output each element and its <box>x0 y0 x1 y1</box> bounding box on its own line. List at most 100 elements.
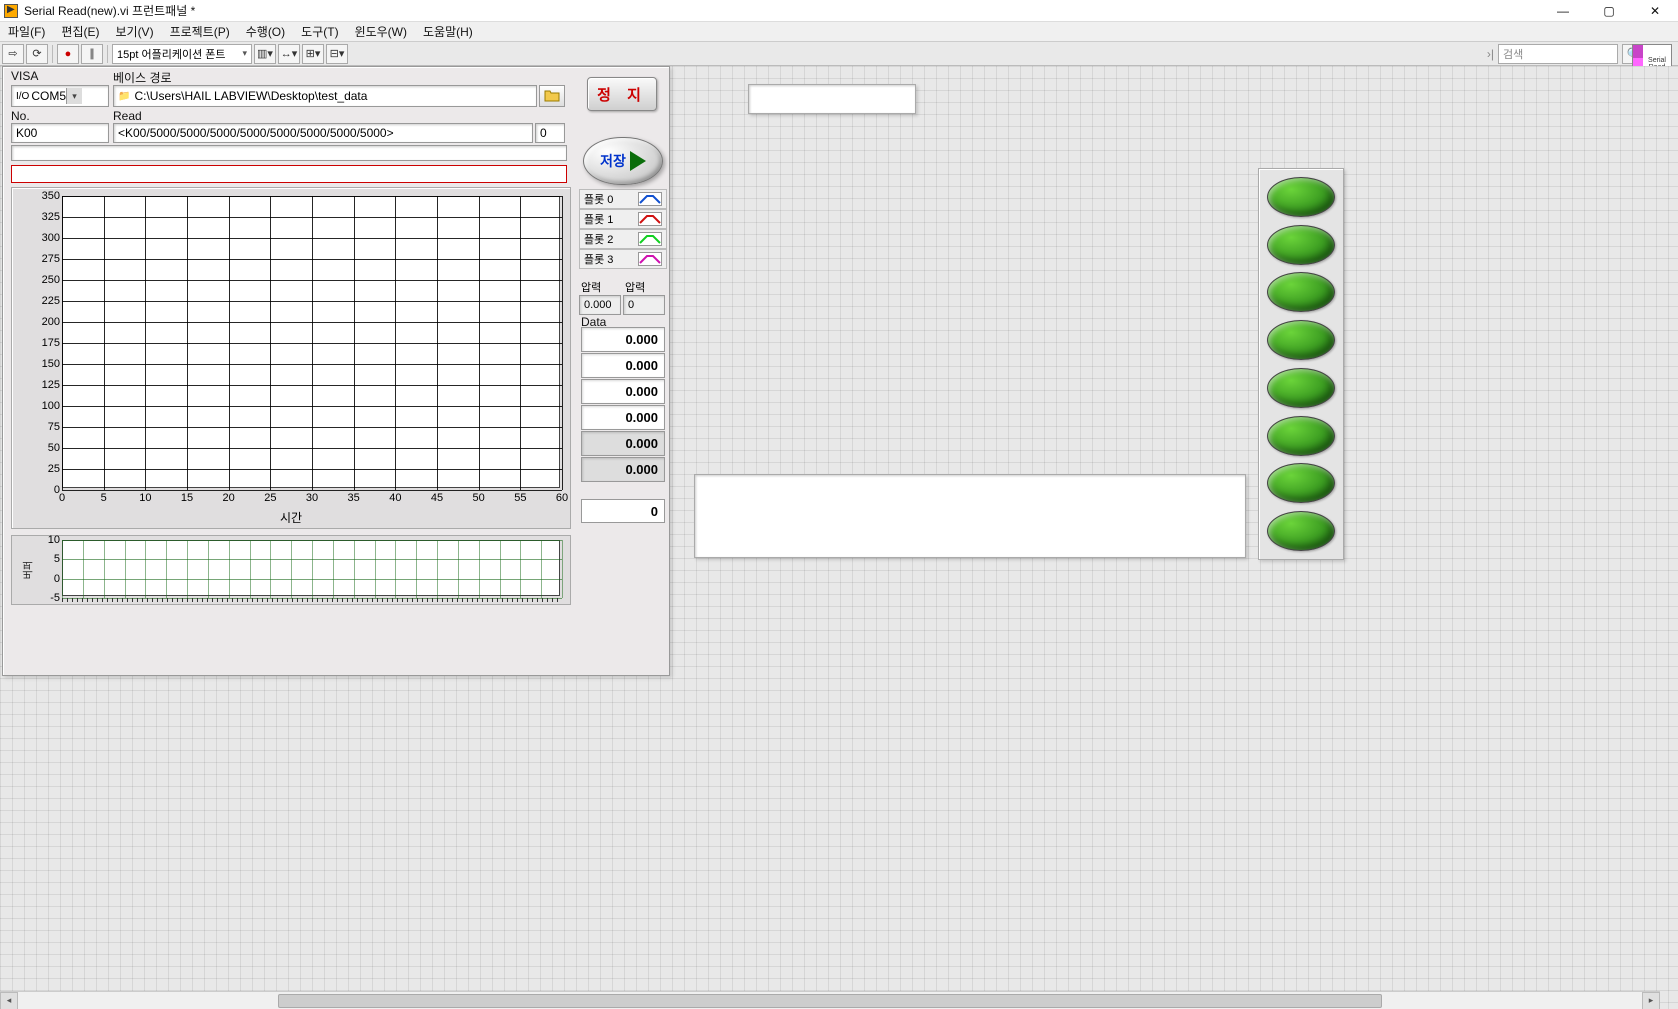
read-display: <K00/5000/5000/5000/5000/5000/5000/5000/… <box>113 123 533 143</box>
stop-label: 정 지 <box>597 84 647 105</box>
h-scrollbar[interactable]: ◂ ▸ <box>0 991 1660 1009</box>
reorder-button[interactable]: ⊟▾ <box>326 44 348 64</box>
pause-button[interactable]: ∥ <box>81 44 103 64</box>
menu-project[interactable]: 프로젝트(P) <box>166 21 234 42</box>
distribute-button[interactable]: ↔▾ <box>278 44 300 64</box>
save-label: 저장 <box>600 151 626 171</box>
led-6[interactable] <box>1267 463 1335 503</box>
y-tick: 50 <box>28 442 60 454</box>
visa-combo[interactable]: I/O COM5 ▾ <box>11 85 109 107</box>
led-5[interactable] <box>1267 416 1335 456</box>
run-button[interactable]: ⇨ <box>2 44 24 64</box>
no-input[interactable]: K00 <box>11 123 109 143</box>
browse-button[interactable] <box>539 85 565 107</box>
chart-xlabel: 시간 <box>280 509 302 526</box>
legend-row-1[interactable]: 플롯 1 <box>579 209 667 229</box>
x-tick: 50 <box>469 492 489 504</box>
menu-run[interactable]: 수행(O) <box>242 21 289 42</box>
buffer-plot-area <box>62 540 560 596</box>
scroll-track[interactable] <box>18 992 1642 1009</box>
toolbar: ⇨ ⟳ ● ∥ 15pt 어플리케이션 폰트 ▥▾ ↔▾ ⊞▾ ⊟▾ ›| 검색… <box>0 42 1678 66</box>
readcount-display: 0 <box>535 123 565 143</box>
y-tick: 100 <box>28 400 60 412</box>
no-value: K00 <box>16 126 37 140</box>
font-combo[interactable]: 15pt 어플리케이션 폰트 <box>112 44 252 64</box>
led-3[interactable] <box>1267 320 1335 360</box>
data-val-5: 0.000 <box>581 457 665 482</box>
float-text-1[interactable] <box>748 84 916 114</box>
plot-legend[interactable]: 플롯 0 플롯 1 플롯 2플롯 3 <box>579 189 667 269</box>
led-2[interactable] <box>1267 272 1335 312</box>
legend-swatch <box>638 252 662 266</box>
titlebar: Serial Read(new).vi 프런트패널 * — ▢ ✕ <box>0 0 1678 22</box>
x-tick: 15 <box>177 492 197 504</box>
maximize-button[interactable]: ▢ <box>1586 0 1632 22</box>
menu-tools[interactable]: 도구(T) <box>297 21 342 42</box>
legend-row-0[interactable]: 플롯 0 <box>579 189 667 209</box>
led-7[interactable] <box>1267 511 1335 551</box>
save-button[interactable]: 저장 <box>583 137 663 185</box>
stop-button[interactable]: 정 지 <box>587 77 657 111</box>
labview-icon <box>4 4 18 18</box>
close-button[interactable]: ✕ <box>1632 0 1678 22</box>
x-tick: 0 <box>52 492 72 504</box>
play-icon <box>630 151 646 171</box>
legend-label: 플롯 1 <box>584 211 634 227</box>
front-panel-canvas[interactable]: VISA 베이스 경로 I/O COM5 ▾ 📁 C:\Users\HAIL L… <box>0 66 1678 1009</box>
y-tick: 350 <box>28 190 60 202</box>
path-input[interactable]: 📁 C:\Users\HAIL LABVIEW\Desktop\test_dat… <box>113 85 537 107</box>
led-array <box>1258 168 1344 560</box>
window-title: Serial Read(new).vi 프런트패널 * <box>24 2 195 19</box>
y-tick: 175 <box>28 337 60 349</box>
led-0[interactable] <box>1267 177 1335 217</box>
data-val-2: 0.000 <box>581 379 665 404</box>
menu-edit[interactable]: 편집(E) <box>57 21 103 42</box>
counter-display: 0 <box>581 499 665 523</box>
led-1[interactable] <box>1267 225 1335 265</box>
small-y-tick: 0 <box>28 573 60 585</box>
scroll-left-button[interactable]: ◂ <box>0 992 18 1009</box>
run-cont-button[interactable]: ⟳ <box>26 44 48 64</box>
pressure-out: 0 <box>623 295 665 315</box>
menu-file[interactable]: 파일(F) <box>4 21 49 42</box>
minimize-button[interactable]: — <box>1540 0 1586 22</box>
legend-swatch <box>638 212 662 226</box>
legend-row-3[interactable]: 플롯 3 <box>579 249 667 269</box>
resize-button[interactable]: ⊞▾ <box>302 44 324 64</box>
small-y-tick: 5 <box>28 553 60 565</box>
chart-plot-area <box>62 196 560 488</box>
x-tick: 45 <box>427 492 447 504</box>
menu-help[interactable]: 도움말(H) <box>419 21 477 42</box>
scroll-thumb[interactable] <box>278 994 1382 1008</box>
path-label: 베이스 경로 <box>113 69 172 86</box>
legend-swatch <box>638 232 662 246</box>
path-value: C:\Users\HAIL LABVIEW\Desktop\test_data <box>134 89 367 103</box>
no-label: No. <box>11 109 30 123</box>
legend-swatch <box>638 192 662 206</box>
menu-window[interactable]: 윈도우(W) <box>351 21 411 42</box>
x-tick: 35 <box>344 492 364 504</box>
red-text-box[interactable] <box>11 165 567 183</box>
align-button[interactable]: ▥▾ <box>254 44 276 64</box>
abort-button[interactable]: ● <box>57 44 79 64</box>
visa-value: COM5 <box>31 89 66 103</box>
led-4[interactable] <box>1267 368 1335 408</box>
visa-label: VISA <box>11 69 38 83</box>
x-tick: 10 <box>135 492 155 504</box>
main-chart[interactable]: 시간 0255075100125150175200225250275300325… <box>11 187 571 529</box>
float-text-2[interactable] <box>694 474 1246 558</box>
y-tick: 125 <box>28 379 60 391</box>
pressure2-label: 압력 <box>625 279 645 295</box>
small-y-tick: -5 <box>28 592 60 604</box>
blank-text-1[interactable] <box>11 145 567 161</box>
y-tick: 300 <box>28 232 60 244</box>
legend-row-2[interactable]: 플롯 2 <box>579 229 667 249</box>
y-tick: 225 <box>28 295 60 307</box>
menu-view[interactable]: 보기(V) <box>111 21 157 42</box>
y-tick: 150 <box>28 358 60 370</box>
scroll-right-button[interactable]: ▸ <box>1642 992 1660 1009</box>
buffer-chart[interactable]: 버퍼 -50510 <box>11 535 571 605</box>
y-tick: 75 <box>28 421 60 433</box>
search-input[interactable]: 검색 <box>1498 44 1618 64</box>
menubar: 파일(F) 편집(E) 보기(V) 프로젝트(P) 수행(O) 도구(T) 윈도… <box>0 22 1678 42</box>
